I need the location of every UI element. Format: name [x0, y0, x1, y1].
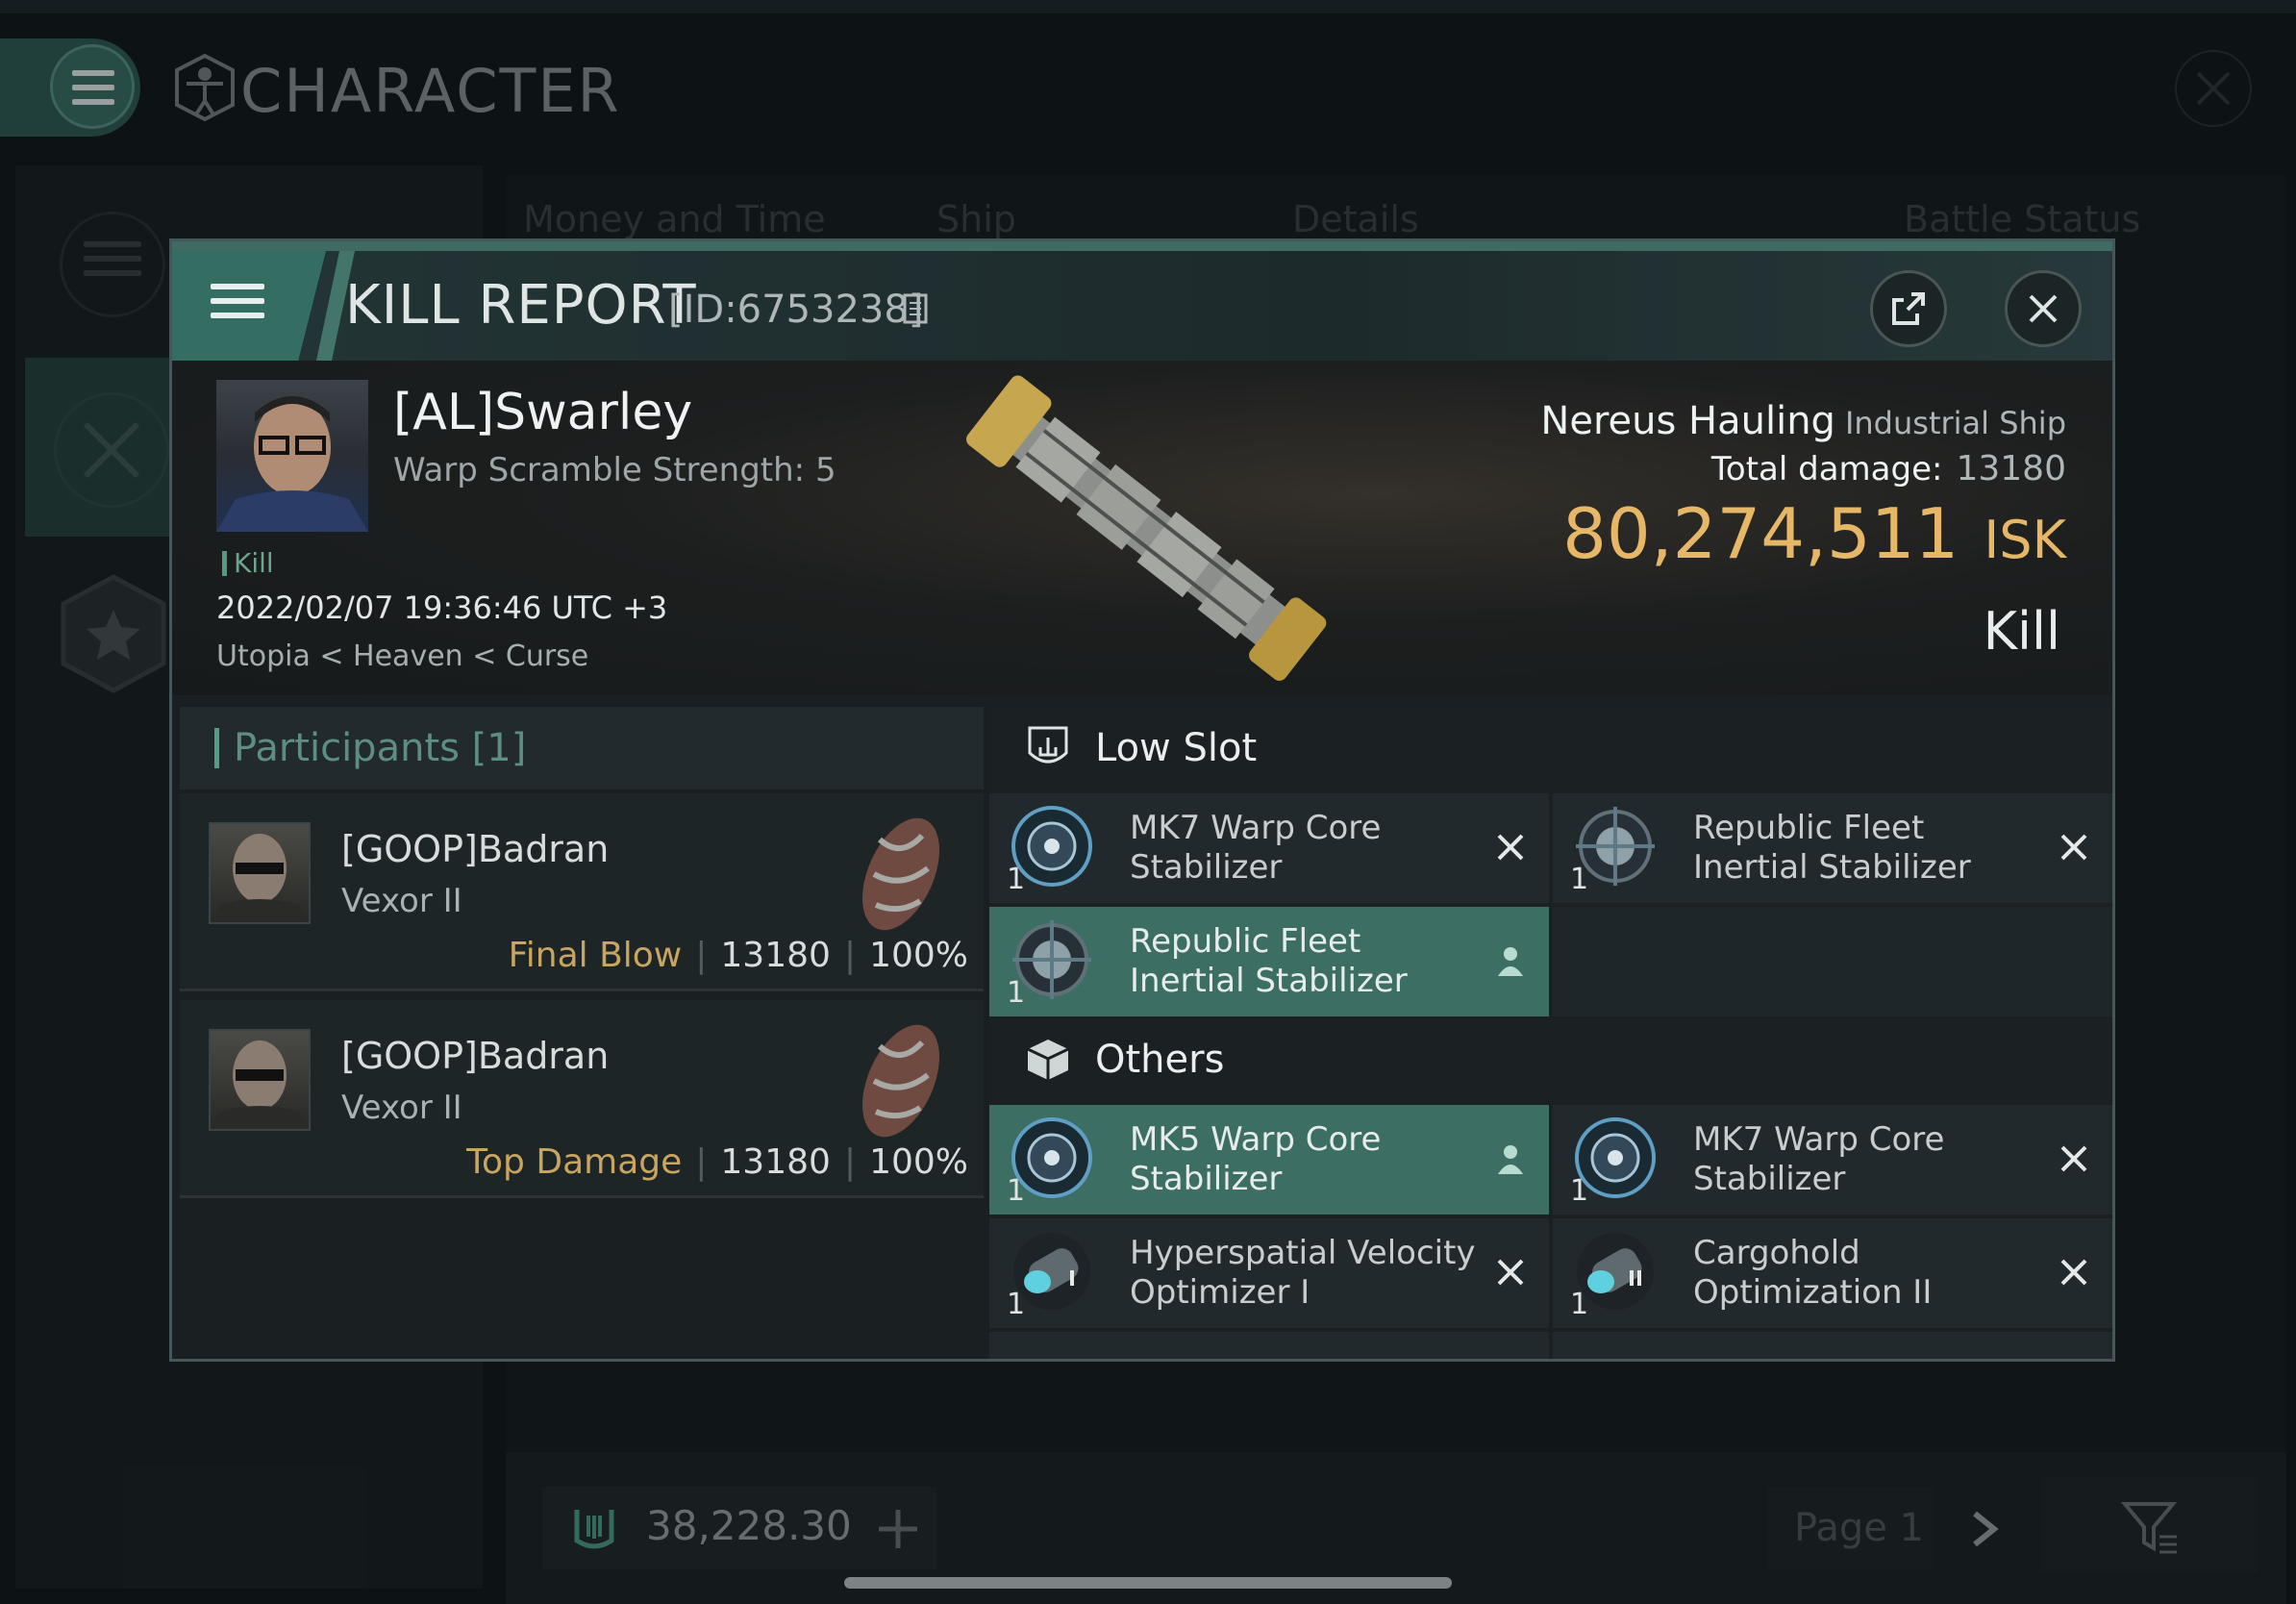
close-icon [2029, 294, 2058, 323]
participant-row[interactable]: [GOOP]Badran Vexor II Final Blow | 13180 | 1… [180, 793, 984, 991]
fitting-item[interactable]: 1 MK5 Warp Core Stabilizer [989, 1105, 1549, 1215]
isk-amount: 80,274,511 [1562, 493, 1959, 574]
kill-result: Kill [1983, 601, 2060, 662]
participants-panel: Participants [1] [GOOP]Badran Vexor II F… [180, 707, 984, 1359]
participant-role: Top Damage [466, 1142, 683, 1182]
fitting-item-partial[interactable] [989, 1332, 1549, 1359]
participant-percent: 100% [869, 1142, 968, 1182]
total-damage: Total damage: 13180 [1711, 449, 2066, 489]
separator: | [843, 1142, 857, 1182]
kill-location[interactable]: Utopia < Heaven < Curse [216, 639, 588, 673]
separator: | [843, 936, 857, 975]
copy-icon[interactable] [901, 291, 930, 326]
participant-avatar-icon [211, 1040, 309, 1129]
ship-name: Nereus Hauling [1540, 399, 1835, 443]
warp-scramble-strength: Warp Scramble Strength: 5 [393, 451, 836, 489]
cargo-box-icon [1027, 1040, 1069, 1080]
item-name: MK5 Warp Core Stabilizer [1130, 1120, 1382, 1198]
others-header: Others [989, 1018, 2112, 1101]
isk-value: 80,274,511 ISK [1562, 493, 2066, 574]
low-slot-icon [1028, 726, 1068, 764]
total-damage-value: 13180 [1956, 449, 2066, 489]
share-button[interactable] [1870, 270, 1947, 347]
participant-role: Final Blow [508, 936, 683, 975]
item-name: Republic Fleet Inertial Stabilizer [1130, 922, 1408, 1000]
destroyed-icon [1497, 834, 1524, 861]
pilot-portrait[interactable] [216, 380, 368, 532]
item-quantity: 1 [1570, 863, 1589, 896]
isk-unit: ISK [1984, 510, 2066, 570]
kill-tag-bar [222, 551, 227, 576]
modal-title: KILL REPORT [345, 274, 697, 337]
participant-ship[interactable]: Vexor II [341, 1089, 462, 1127]
total-damage-label: Total damage: [1710, 450, 1943, 489]
kill-report-modal: KILL REPORT [ID:6753238] [AL]Swarley War… [169, 238, 2115, 1362]
item-name: MK7 Warp Core Stabilizer [1693, 1120, 1945, 1198]
participant-stats: Final Blow | 13180 | 100% [509, 936, 968, 975]
item-name: Republic Fleet Inertial Stabilizer [1693, 809, 1971, 887]
participant-avatar-icon [211, 834, 309, 922]
participant-row[interactable]: [GOOP]Badran Vexor II Top Damage | 13180 | 1… [180, 1000, 984, 1198]
destroyed-icon [2060, 1259, 2087, 1286]
item-quantity: 1 [1570, 1288, 1589, 1321]
low-slot-label: Low Slot [1095, 726, 1258, 770]
destroyed-icon [1497, 1259, 1524, 1286]
fitting-panel: Low Slot 1 MK7 Warp Core Stabilizer 1 Re… [989, 707, 2112, 1359]
header-accent [172, 241, 2112, 251]
participant-stats: Top Damage | 13180 | 100% [466, 1142, 968, 1182]
destroyed-icon [2060, 1145, 2087, 1172]
participant-damage: 13180 [720, 936, 831, 975]
hamburger-icon [211, 284, 264, 327]
pilot-name[interactable]: [AL]Swarley [393, 384, 692, 441]
participant-name[interactable]: [GOOP]Badran [341, 828, 609, 870]
participant-portrait[interactable] [209, 1029, 311, 1131]
participant-percent: 100% [869, 936, 968, 975]
modal-close-button[interactable] [2005, 270, 2082, 347]
low-slot-header: Low Slot [989, 707, 2112, 789]
item-quantity: 1 [1570, 1174, 1589, 1208]
item-quantity: 1 [1007, 863, 1026, 896]
participant-portrait[interactable] [209, 822, 311, 924]
empty-slot [1553, 907, 2112, 1016]
fitting-item[interactable]: 1 MK7 Warp Core Stabilizer [989, 793, 1549, 903]
ship-render-icon[interactable] [947, 372, 1351, 689]
fitting-item[interactable]: 1 Hyperspatial Velocity Optimizer I [989, 1218, 1549, 1328]
item-name: Hyperspatial Velocity Optimizer I [1130, 1234, 1476, 1312]
participant-name[interactable]: [GOOP]Badran [341, 1035, 609, 1077]
vexor-ship-icon [861, 817, 940, 931]
scroll-indicator[interactable] [844, 1577, 1452, 1589]
fitting-item[interactable]: 1 MK7 Warp Core Stabilizer [1553, 1105, 2112, 1215]
victim-ship[interactable]: Nereus Hauling Industrial Ship [1540, 399, 2066, 443]
item-quantity: 1 [1007, 1288, 1026, 1321]
others-label: Others [1095, 1038, 1225, 1082]
separator: | [695, 1142, 708, 1182]
participant-ship[interactable]: Vexor II [341, 882, 462, 920]
vexor-ship-icon [861, 1024, 940, 1138]
dropped-person-icon [1498, 1145, 1523, 1174]
participant-damage: 13180 [720, 1142, 831, 1182]
item-quantity: 1 [1007, 976, 1026, 1010]
kill-timestamp: 2022/02/07 19:36:46 UTC +3 [216, 589, 668, 626]
fitting-item[interactable]: 1 Cargohold Optimization II [1553, 1218, 2112, 1328]
destroyed-icon [2060, 834, 2087, 861]
ship-class: Industrial Ship [1844, 405, 2066, 441]
participants-bar [214, 728, 219, 768]
kill-tag: Kill [234, 547, 274, 579]
participants-label: Participants [1] [234, 726, 527, 770]
pilot-avatar-icon [216, 396, 368, 532]
dropped-person-icon [1498, 947, 1523, 976]
separator: | [695, 936, 708, 975]
report-id: [ID:6753238] [668, 288, 924, 332]
fitting-item[interactable]: 1 Republic Fleet Inertial Stabilizer [1553, 793, 2112, 903]
item-name: MK7 Warp Core Stabilizer [1130, 809, 1382, 887]
fitting-item[interactable]: 1 Republic Fleet Inertial Stabilizer [989, 907, 1549, 1016]
external-link-icon [1892, 292, 1925, 325]
item-quantity: 1 [1007, 1174, 1026, 1208]
fitting-item-partial[interactable] [1553, 1332, 2112, 1359]
item-name: Cargohold Optimization II [1693, 1234, 1933, 1312]
